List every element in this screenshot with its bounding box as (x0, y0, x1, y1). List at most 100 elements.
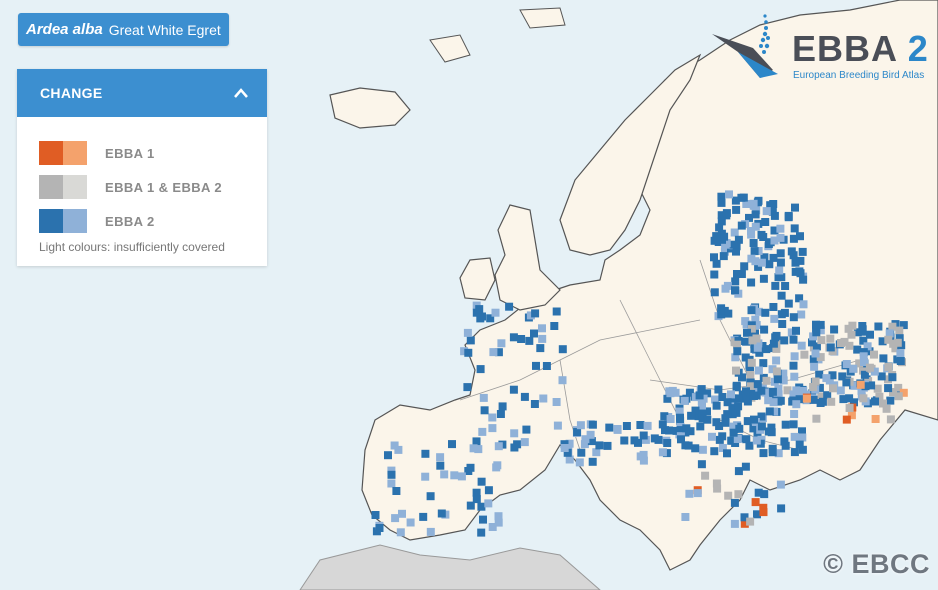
distribution-square (888, 373, 897, 382)
distribution-square (772, 367, 781, 376)
distribution-square (477, 502, 486, 511)
distribution-square (643, 421, 652, 430)
distribution-square (886, 396, 895, 405)
distribution-square (770, 211, 779, 220)
distribution-square (790, 410, 799, 418)
distribution-square (723, 410, 732, 419)
legend-item-ebba1: EBBA 1 (39, 141, 267, 165)
distribution-square (630, 436, 639, 445)
distribution-square (575, 458, 584, 467)
distribution-square (714, 385, 723, 394)
distribution-square (658, 448, 667, 457)
distribution-square (622, 422, 631, 430)
distribution-square (842, 415, 851, 424)
distribution-square (765, 407, 774, 416)
distribution-square (406, 518, 415, 527)
distribution-square (769, 398, 778, 407)
distribution-square (722, 209, 731, 218)
distribution-square (749, 392, 758, 400)
distribution-square (741, 462, 750, 471)
distribution-square (757, 230, 766, 239)
distribution-square (375, 524, 384, 532)
distribution-square (697, 460, 706, 469)
species-latin-name: Ardea alba (26, 21, 103, 38)
swatch-both-light (63, 175, 87, 199)
distribution-square (749, 239, 758, 247)
distribution-square (517, 335, 526, 343)
distribution-square (812, 414, 821, 423)
distribution-square (762, 376, 771, 385)
distribution-square (877, 372, 886, 381)
distribution-square (870, 350, 878, 359)
distribution-square (448, 440, 456, 449)
distribution-square (520, 438, 529, 447)
distribution-square (723, 449, 731, 458)
distribution-square (542, 362, 551, 370)
distribution-square (739, 193, 748, 202)
distribution-square (494, 518, 503, 527)
distribution-square (371, 511, 380, 519)
distribution-square (733, 270, 741, 278)
distribution-square (440, 470, 449, 479)
distribution-square (680, 396, 689, 405)
distribution-square (730, 498, 739, 507)
legend-title: CHANGE (40, 85, 103, 101)
distribution-square (884, 362, 893, 371)
swatch-ebba2-dark (39, 209, 63, 233)
distribution-square (727, 390, 735, 399)
distribution-square (896, 357, 905, 365)
distribution-square (666, 415, 675, 423)
distribution-square (754, 488, 763, 497)
distribution-square (781, 420, 790, 429)
distribution-square (784, 213, 793, 222)
distribution-square (800, 350, 809, 359)
distribution-square (839, 395, 848, 404)
distribution-square (810, 362, 819, 371)
distribution-square (787, 247, 796, 256)
distribution-square (719, 252, 728, 261)
distribution-square (884, 335, 893, 344)
distribution-square (842, 360, 851, 368)
distribution-square (734, 235, 743, 244)
distribution-square (842, 378, 851, 387)
distribution-square (687, 411, 696, 420)
distribution-square (747, 230, 756, 239)
distribution-square (576, 421, 585, 430)
distribution-square (752, 334, 761, 343)
distribution-square (701, 471, 710, 480)
distribution-square (684, 441, 693, 450)
distribution-square (776, 249, 785, 258)
distribution-square (894, 392, 903, 401)
chevron-up-icon[interactable] (233, 87, 249, 99)
distribution-square (760, 325, 769, 334)
distribution-square (725, 190, 733, 199)
distribution-square (536, 344, 545, 353)
distribution-square (731, 286, 739, 295)
distribution-square (751, 257, 760, 266)
distribution-square (769, 253, 778, 262)
distribution-square (682, 424, 691, 433)
species-chip[interactable]: Ardea alba Great White Egret (18, 13, 229, 46)
legend-header-toggle[interactable]: CHANGE (17, 69, 267, 117)
distribution-square (387, 479, 396, 488)
distribution-square (781, 282, 790, 290)
legend-item-ebba2: EBBA 2 (39, 209, 267, 233)
distribution-square (759, 508, 768, 517)
distribution-square (742, 387, 750, 396)
distribution-square (790, 448, 799, 457)
distribution-square (751, 222, 760, 231)
distribution-square (721, 418, 730, 427)
distribution-square (475, 305, 484, 314)
distribution-square (777, 310, 786, 319)
distribution-square (488, 413, 497, 422)
distribution-square (560, 444, 569, 452)
distribution-square (387, 470, 396, 479)
distribution-square (895, 326, 904, 335)
distribution-square (743, 417, 752, 426)
distribution-square (830, 325, 839, 334)
distribution-square (437, 509, 446, 518)
distribution-square (790, 224, 799, 233)
distribution-square (781, 441, 790, 450)
ebba-logo-text: EBBA 2 (792, 28, 929, 70)
distribution-square (798, 445, 807, 454)
